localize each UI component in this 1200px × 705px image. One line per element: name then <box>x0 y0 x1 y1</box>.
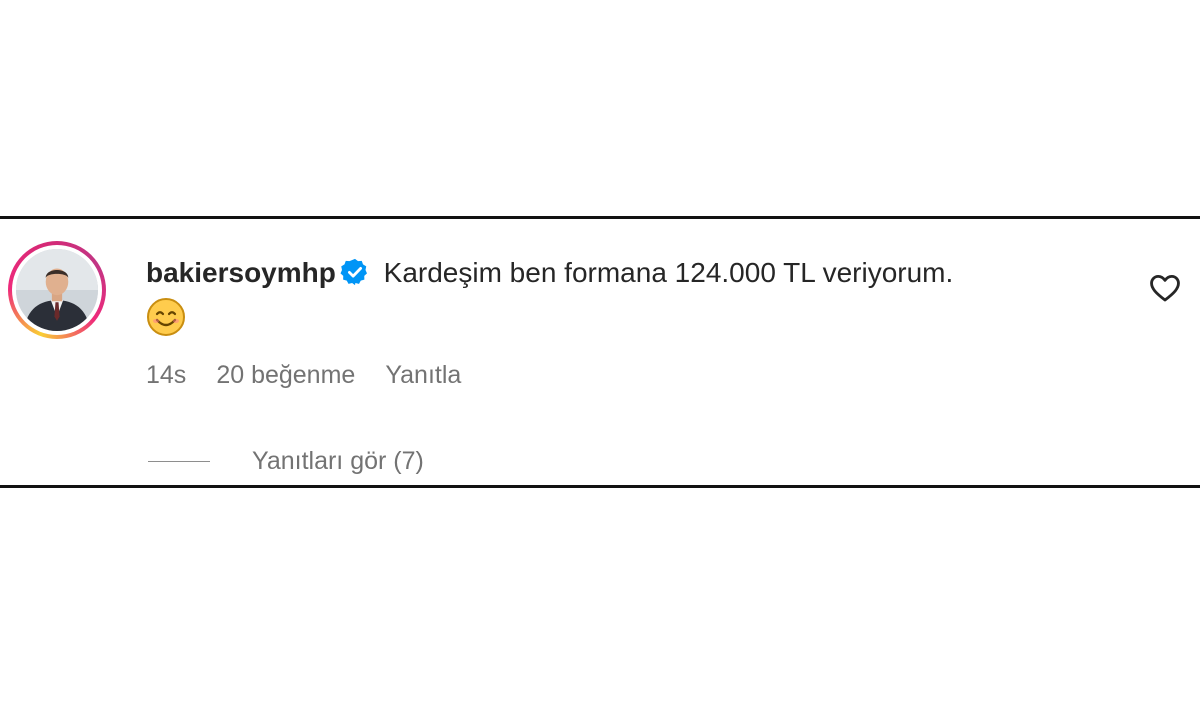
like-comment-button[interactable] <box>1148 271 1182 305</box>
replies-divider-line <box>148 461 210 462</box>
comment-timestamp[interactable]: 14s <box>146 361 186 390</box>
verified-badge-icon <box>340 257 370 287</box>
username-link[interactable]: bakiersoymhp <box>146 257 336 288</box>
profile-photo-icon <box>16 249 98 331</box>
view-replies-label: Yanıtları gör (7) <box>252 447 424 475</box>
avatar[interactable] <box>16 249 98 331</box>
heart-outline-icon <box>1150 274 1180 302</box>
comment-body: bakiersoymhp Kardeşim ben formana 124.00… <box>146 253 1126 341</box>
comment-text: Kardeşim ben formana 124.000 TL veriyoru… <box>383 257 954 288</box>
comment-like-count[interactable]: 20 beğenme <box>216 361 355 390</box>
reply-button[interactable]: Yanıtla <box>385 361 461 390</box>
view-replies-button[interactable]: Yanıtları gör (7) <box>148 447 424 476</box>
avatar-story-ring[interactable] <box>8 241 106 339</box>
smiling-face-emoji-icon <box>146 297 186 337</box>
comment-meta: 14s 20 beğenme Yanıtla <box>146 361 461 390</box>
comment-card: bakiersoymhp Kardeşim ben formana 124.00… <box>0 216 1200 488</box>
